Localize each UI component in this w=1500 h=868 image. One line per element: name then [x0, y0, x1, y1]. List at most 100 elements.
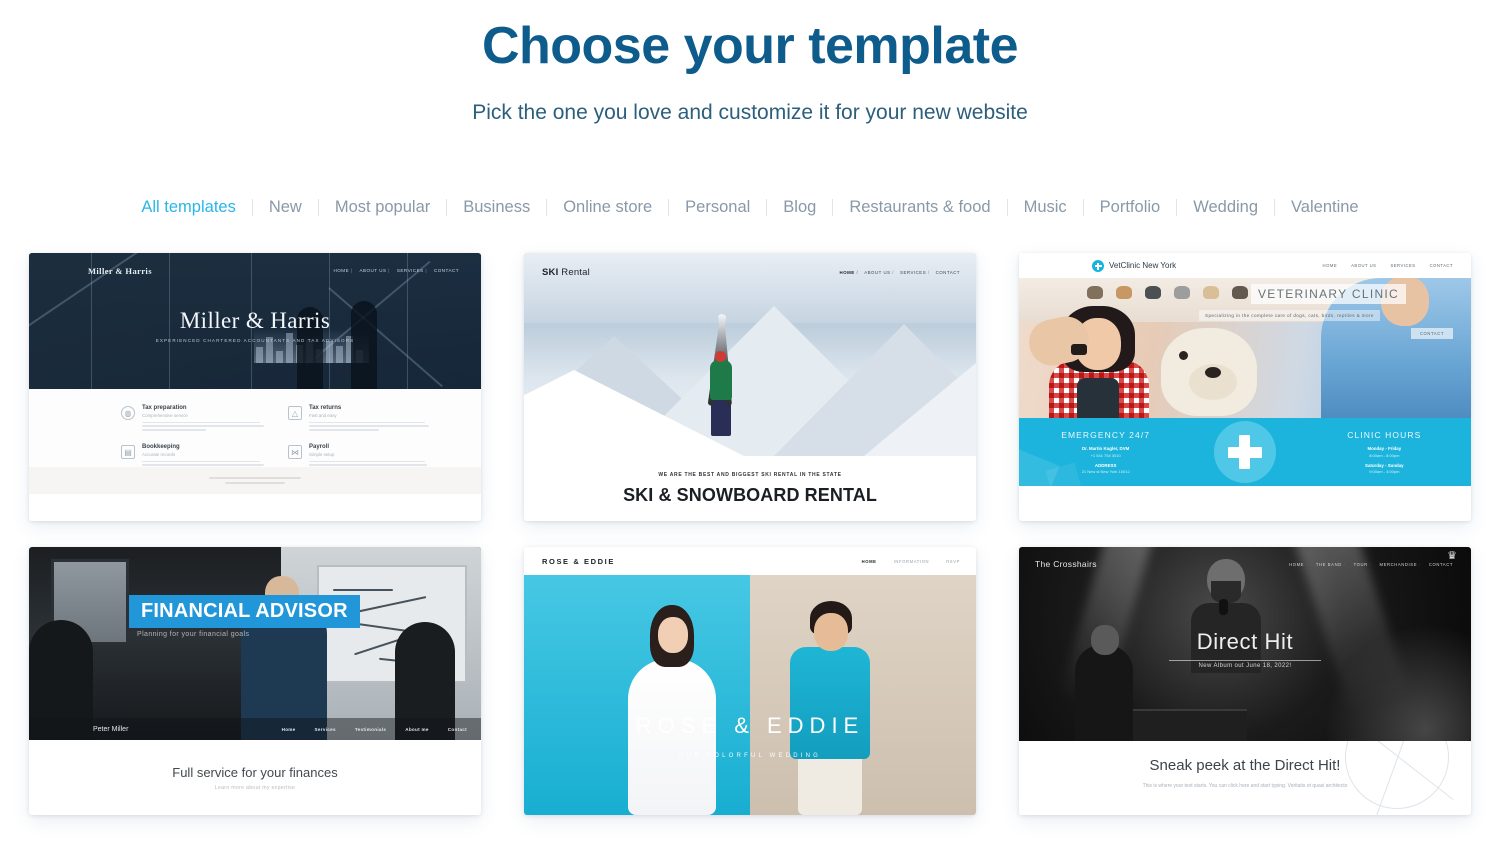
- nav-item: Services: [314, 726, 336, 732]
- nav-item: CONTACT: [935, 270, 960, 276]
- groom-figure: [784, 601, 876, 816]
- groom-pants: [798, 753, 862, 816]
- preview-nav: HOME THE BAND TOUR MERCHANDISE CONTACT: [1289, 562, 1453, 567]
- filter-tab-personal[interactable]: Personal: [669, 199, 766, 216]
- logo-bold-part: SKI: [542, 267, 559, 279]
- column-line: Saturday - Sunday: [1365, 462, 1404, 468]
- preview-caption: WE ARE THE BEST AND BIGGEST SKI RENTAL I…: [524, 456, 976, 522]
- body-heading: Full service for your finances: [172, 764, 338, 780]
- overlay-subtitle: OUR COLORFUL WEDDING: [678, 753, 822, 760]
- filter-tab-restaurants-food[interactable]: Restaurants & food: [833, 199, 1006, 216]
- template-grid: Miller & Harris HOME ABOUT US SERVICES C…: [29, 253, 1471, 816]
- nav-item: ABOUT US: [864, 270, 894, 275]
- service-subtitle: Simple setup: [309, 451, 335, 457]
- nav-item: SERVICES: [1390, 263, 1416, 269]
- preview-navbar: Peter Miller Home Services Testimonials …: [29, 718, 481, 741]
- preview-hero: SKI Rental HOME ABOUT US SERVICES CONTAC…: [524, 253, 976, 457]
- template-preview-ski-rental: SKI Rental HOME ABOUT US SERVICES CONTAC…: [524, 253, 976, 522]
- preview-brand: Peter Miller: [93, 725, 129, 733]
- preview-logo: SKI Rental: [542, 267, 590, 278]
- nav-item: SERVICES: [397, 268, 427, 273]
- nav-item: CONTACT: [1428, 562, 1453, 568]
- column-title: EMERGENCY 24/7: [1061, 430, 1151, 441]
- nav-item: HOME: [334, 268, 353, 273]
- filter-tab-online-store[interactable]: Online store: [547, 199, 668, 216]
- nav-item: RSVP: [946, 558, 960, 564]
- column-title: CLINIC HOURS: [1347, 430, 1422, 441]
- column-line: Dr. Martin Kugler, DVM: [1081, 446, 1130, 452]
- filter-tab-business[interactable]: Business: [447, 199, 546, 216]
- column-line: 21 New st New York 10012: [1081, 469, 1130, 475]
- dog-silhouette: [1087, 286, 1103, 300]
- template-preview-vet-clinic: VetClinic New York HOME ABOUT US SERVICE…: [1019, 253, 1471, 521]
- service-title: Payroll: [309, 444, 330, 451]
- preview-nav: HOME ABOUT US SERVICES CONTACT: [1323, 263, 1453, 268]
- preview-hero: FINANCIAL ADVISOR Planning for your fina…: [29, 547, 481, 741]
- overlay-title: VETERINARY CLINIC: [1251, 284, 1407, 305]
- preview-hero: Miller & Harris HOME ABOUT US SERVICES C…: [29, 253, 481, 390]
- drop-icon: △: [288, 406, 302, 421]
- preview-photo: VETERINARY CLINIC Specializing in the co…: [1019, 278, 1471, 419]
- service-item: ◍ Tax preparation Comprehensive service: [121, 405, 264, 433]
- page-subtitle: Pick the one you love and customize it f…: [472, 101, 1028, 125]
- preview-brand: The Crosshairs: [1035, 559, 1097, 570]
- nav-item: SERVICES: [900, 270, 930, 275]
- column-line: ADDRESS: [1094, 462, 1117, 468]
- filter-tab-most-popular[interactable]: Most popular: [319, 199, 446, 216]
- filter-tab-valentine[interactable]: Valentine: [1275, 199, 1375, 216]
- service-subtitle: Accurate records: [142, 451, 176, 457]
- preview-topbar: VetClinic New York HOME ABOUT US SERVICE…: [1019, 253, 1471, 279]
- column-line: +1 541 754 3010: [1090, 452, 1121, 458]
- template-card-rose-eddie[interactable]: ROSE & EDDIE HOME INFORMATION RSVP ROSE …: [524, 547, 976, 816]
- preview-nav: HOME ABOUT US SERVICES CONTACT: [840, 270, 960, 275]
- service-title: Tax preparation: [142, 405, 187, 412]
- page-title: Choose your template: [481, 17, 1019, 75]
- caption-large: SKI & SNOWBOARD RENTAL: [623, 484, 877, 505]
- overlay-subtitle: Specializing in the complete care of dog…: [1199, 310, 1380, 322]
- woman-torso: [1077, 378, 1119, 419]
- filter-tab-portfolio[interactable]: Portfolio: [1084, 199, 1177, 216]
- preview-hero-title: Direct Hit: [1196, 629, 1294, 655]
- crown-icon: ♛: [1447, 550, 1457, 563]
- template-chooser-page: Choose your template Pick the one you lo…: [0, 0, 1500, 868]
- medical-cross-icon: [1092, 260, 1104, 273]
- preview-brand: ROSE & EDDIE: [542, 556, 615, 566]
- groom-face: [814, 613, 848, 652]
- preview-hero: The Crosshairs ♛ HOME THE BAND TOUR MERC…: [1019, 547, 1471, 742]
- medical-cross-badge-icon: [1213, 421, 1276, 484]
- nav-item: About me: [405, 726, 429, 732]
- preview-hero-subtitle: EXPERIENCED CHARTERED ACCOUNTANTS AND TA…: [155, 338, 355, 344]
- book-icon: ▤: [121, 445, 135, 460]
- groom-shirt: [790, 647, 870, 760]
- filter-tab-music[interactable]: Music: [1008, 199, 1083, 216]
- template-preview-financial-advisor: FINANCIAL ADVISOR Planning for your fina…: [29, 547, 481, 816]
- page-header: Choose your template Pick the one you lo…: [0, 0, 1500, 125]
- filter-tab-wedding[interactable]: Wedding: [1177, 199, 1274, 216]
- overlay-contact-button: CONTACT: [1410, 328, 1453, 340]
- dog-silhouette: [1145, 286, 1161, 300]
- nav-item: HOME: [840, 270, 859, 275]
- nav-item: Home: [281, 726, 296, 732]
- emergency-column: EMERGENCY 24/7 Dr. Martin Kugler, DVM +1…: [1041, 430, 1171, 474]
- guitarist-figure: [1075, 645, 1133, 742]
- filter-tab-blog[interactable]: Blog: [767, 199, 832, 216]
- filter-tab-all-templates[interactable]: All templates: [125, 199, 251, 216]
- preview-body: ◍ Tax preparation Comprehensive service …: [29, 389, 481, 495]
- bride-figure: [628, 605, 716, 816]
- mountain-decor: [864, 348, 976, 457]
- nav-item: INFORMATION: [893, 558, 930, 564]
- filter-tab-new[interactable]: New: [253, 199, 318, 216]
- template-card-vet-clinic[interactable]: VetClinic New York HOME ABOUT US SERVICE…: [1019, 253, 1471, 522]
- preview-body: Sneak peek at the Direct Hit! This is wh…: [1019, 741, 1471, 816]
- preview-hero-subtitle: New Album out June 18, 2022!: [1198, 663, 1292, 670]
- preview-nav: HOME ABOUT US SERVICES CONTACT: [334, 268, 459, 273]
- nav-item: TOUR: [1354, 562, 1372, 567]
- service-subtitle: Fast and easy: [309, 412, 337, 418]
- preview-photo: ROSE & EDDIE OUR COLORFUL WEDDING: [524, 575, 976, 816]
- preview-footer: [29, 467, 481, 495]
- template-card-ski-rental[interactable]: SKI Rental HOME ABOUT US SERVICES CONTAC…: [524, 253, 976, 522]
- template-card-miller-harris[interactable]: Miller & Harris HOME ABOUT US SERVICES C…: [29, 253, 481, 522]
- template-card-financial-advisor[interactable]: FINANCIAL ADVISOR Planning for your fina…: [29, 547, 481, 816]
- preview-info-band: EMERGENCY 24/7 Dr. Martin Kugler, DVM +1…: [1019, 418, 1471, 487]
- template-card-the-crosshairs[interactable]: The Crosshairs ♛ HOME THE BAND TOUR MERC…: [1019, 547, 1471, 816]
